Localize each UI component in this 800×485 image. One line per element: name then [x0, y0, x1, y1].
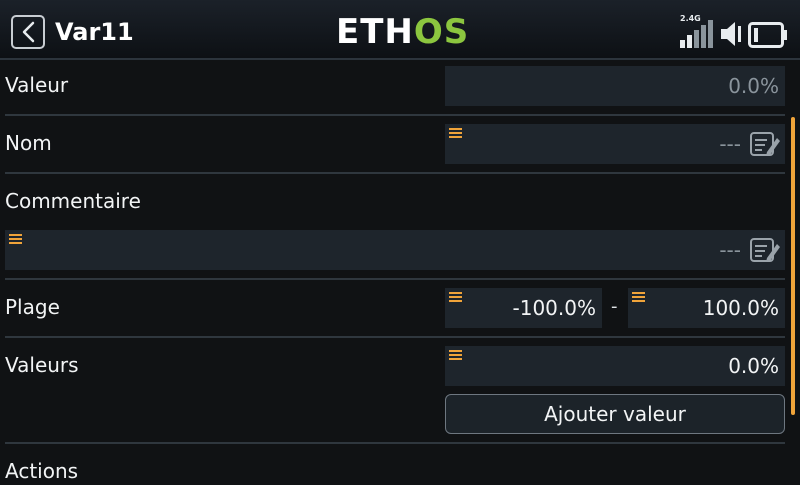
range-separator: - — [611, 296, 618, 317]
plage-min-field[interactable]: -100.0% — [445, 288, 602, 328]
commentaire-field[interactable]: --- — [5, 230, 785, 270]
plage-max-field[interactable]: 100.0% — [628, 288, 785, 328]
ethos-logo: ETHOS — [336, 12, 469, 52]
commentaire-value: --- — [719, 238, 741, 262]
valeurs-field[interactable]: 0.0% — [445, 346, 785, 386]
menu-marker-icon — [449, 292, 462, 302]
speaker-icon — [721, 22, 741, 46]
divider — [5, 114, 785, 116]
commentaire-label: Commentaire — [5, 189, 141, 213]
valeurs-label: Valeurs — [5, 353, 79, 377]
menu-marker-icon — [632, 292, 645, 302]
status-icons: 2.4G — [680, 14, 788, 48]
actions-label: Actions — [5, 459, 79, 483]
add-value-button[interactable]: Ajouter valeur — [445, 394, 785, 434]
plage-max-value: 100.0% — [702, 296, 779, 320]
plage-min-value: -100.0% — [512, 296, 596, 320]
nom-value: --- — [719, 132, 741, 156]
back-arrow-icon — [22, 21, 35, 43]
edit-icon[interactable] — [749, 130, 781, 158]
nom-label: Nom — [5, 131, 52, 155]
valeurs-value: 0.0% — [728, 354, 779, 378]
menu-marker-icon — [449, 350, 462, 360]
logo-part2: OS — [413, 12, 470, 52]
plage-label: Plage — [5, 295, 60, 319]
scrollbar[interactable] — [791, 117, 795, 415]
logo-part1: ETH — [336, 12, 414, 52]
signal-bars-icon: 2.4G — [680, 14, 714, 48]
nom-field[interactable]: --- — [445, 124, 785, 164]
battery-icon — [748, 22, 787, 48]
edit-icon[interactable] — [749, 236, 781, 264]
menu-marker-icon — [9, 234, 22, 244]
valeur-field: 0.0% — [445, 66, 785, 106]
menu-marker-icon — [449, 128, 462, 138]
valeur-value: 0.0% — [728, 74, 779, 98]
valeur-label: Valeur — [5, 73, 69, 97]
divider — [5, 336, 785, 338]
divider — [5, 172, 785, 174]
back-button[interactable] — [11, 15, 45, 49]
top-bar: Var11 ETHOS 2.4G — [0, 0, 800, 60]
divider — [5, 278, 785, 280]
divider — [5, 442, 785, 444]
page-title: Var11 — [55, 18, 134, 46]
